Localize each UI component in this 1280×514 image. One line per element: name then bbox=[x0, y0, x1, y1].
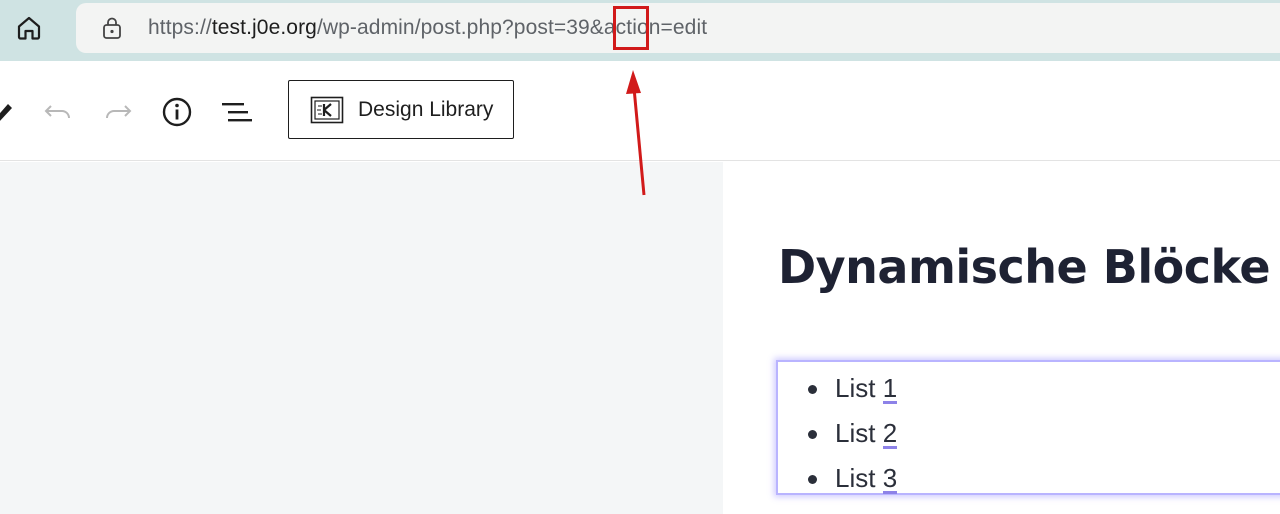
list-view-button[interactable] bbox=[219, 94, 255, 130]
undo-button[interactable] bbox=[40, 94, 76, 130]
lock-icon[interactable] bbox=[100, 16, 124, 40]
bullet-list[interactable]: List 1 List 2 List 3 bbox=[806, 366, 898, 501]
address-bar[interactable]: https://test.j0e.org/wp-admin/post.php?p… bbox=[76, 3, 1280, 53]
list-item-text: List bbox=[835, 418, 883, 448]
kadence-library-icon bbox=[310, 96, 344, 123]
bullet-icon bbox=[808, 430, 817, 439]
editor-canvas[interactable]: Dynamische Blöcke List 1 List 2 List 3 bbox=[723, 162, 1280, 514]
url-scheme: https:// bbox=[148, 16, 212, 39]
annotation-highlight-box bbox=[613, 6, 649, 50]
list-item-text: List bbox=[835, 463, 883, 493]
url-host: test.j0e.org bbox=[211, 16, 317, 39]
undo-icon bbox=[44, 105, 70, 119]
design-library-button[interactable]: Design Library bbox=[288, 80, 514, 139]
pencil-icon bbox=[0, 104, 12, 121]
editor-background bbox=[0, 162, 723, 514]
list-item-text: List bbox=[835, 373, 883, 403]
list-item[interactable]: List 1 bbox=[806, 366, 898, 411]
bullet-icon bbox=[808, 385, 817, 394]
list-item[interactable]: List 2 bbox=[806, 411, 898, 456]
design-library-label: Design Library bbox=[358, 97, 494, 121]
home-icon bbox=[17, 16, 41, 40]
list-item-number: 3 bbox=[882, 463, 898, 494]
redo-button[interactable] bbox=[100, 94, 136, 130]
list-block[interactable]: List 1 List 2 List 3 bbox=[776, 360, 1280, 495]
info-icon bbox=[162, 97, 192, 127]
list-view-icon bbox=[222, 103, 252, 122]
list-item-number: 1 bbox=[882, 373, 898, 404]
tools-button[interactable] bbox=[0, 94, 24, 130]
home-button[interactable] bbox=[10, 9, 48, 47]
bullet-icon bbox=[808, 475, 817, 484]
list-item[interactable]: List 3 bbox=[806, 456, 898, 501]
post-title[interactable]: Dynamische Blöcke bbox=[778, 240, 1271, 294]
details-button[interactable] bbox=[159, 94, 195, 130]
redo-icon bbox=[106, 105, 132, 119]
list-item-number: 2 bbox=[882, 418, 898, 449]
editor-toolbar: Design Library bbox=[0, 61, 1280, 161]
